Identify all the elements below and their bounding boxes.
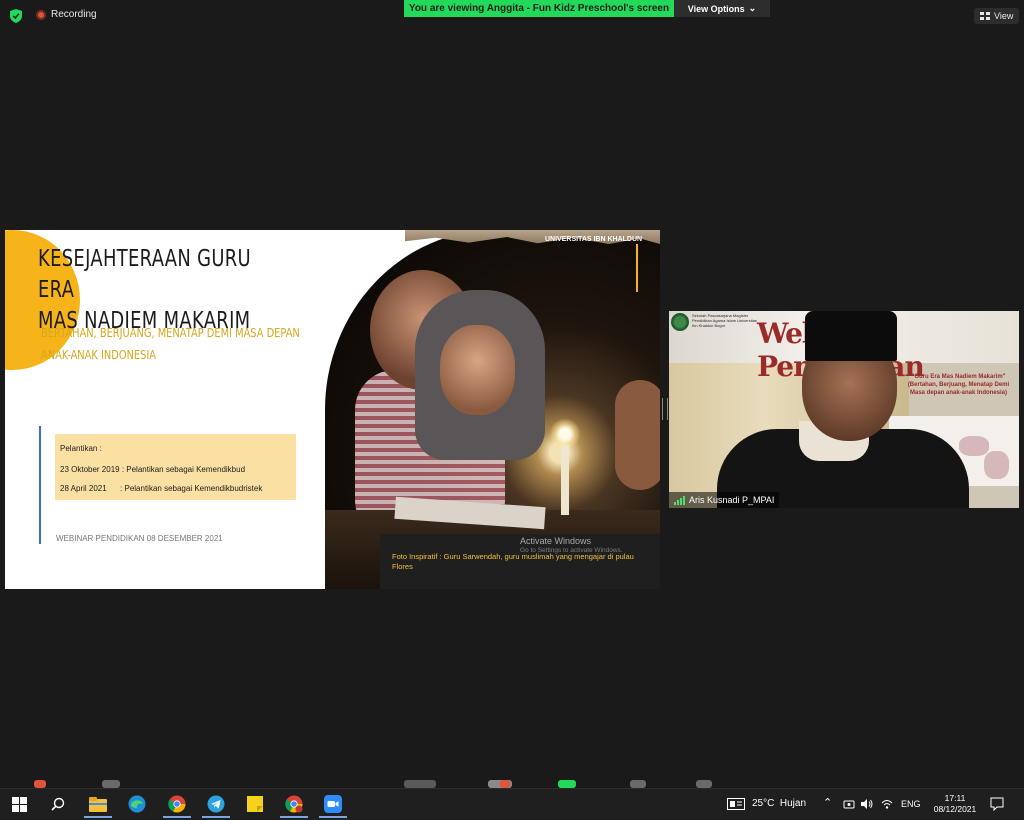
box-line-2: 28 April 2021 : Pelantikan sebagai Kemen… [60, 484, 263, 493]
encryption-shield-icon[interactable] [10, 9, 22, 23]
taskbar-clock[interactable]: 17:11 08/12/2021 [928, 793, 982, 815]
search-icon [51, 797, 65, 811]
view-options-label: View Options [687, 3, 745, 14]
windows-logo-icon [11, 796, 27, 812]
taskbar-sticky-notes[interactable] [245, 794, 265, 814]
taskbar-chrome[interactable] [163, 794, 191, 818]
telegram-icon [207, 795, 225, 813]
mute-badge-icon[interactable] [34, 780, 46, 788]
banner-subtitle: "Guru Era Mas Nadiem Makarim" (Bertahan,… [907, 374, 1010, 396]
chat-badge-icon [500, 780, 510, 788]
view-button[interactable]: View [974, 8, 1020, 24]
participant-video-tile[interactable]: Sekolah Pascasarjana Magister Pendidikan… [669, 311, 1019, 508]
volume-icon[interactable] [860, 798, 874, 810]
clock-date: 08/12/2021 [933, 804, 977, 814]
photo-caption: Activate Windows Go to Settings to activ… [380, 534, 660, 589]
university-logo-icon [671, 313, 689, 331]
weather-text[interactable]: 25°C Hujan [752, 798, 806, 809]
taskbar-chrome-profile[interactable] [280, 794, 308, 818]
screen-share-banner: You are viewing Anggita - Fun Kidz Presc… [404, 0, 674, 17]
share-banner-text: You are viewing Anggita - Fun Kidz Presc… [408, 3, 670, 14]
wifi-icon[interactable] [881, 798, 893, 810]
slide-footer: WEBINAR PENDIDIKAN 08 DESEMBER 2021 [56, 534, 223, 543]
slide-title-line-1: KESEJAHTERAAN GURU ERA [38, 246, 252, 303]
share-screen-icon[interactable] [558, 780, 576, 788]
chevron-up-icon[interactable]: ⌃ [823, 796, 832, 809]
windows-taskbar: 25°C Hujan ⌃ ENG 17:11 08/12/2021 [0, 788, 1024, 820]
search-button[interactable] [48, 794, 68, 814]
meeting-top-bar: Recording You are viewing Anggita - Fun … [0, 0, 1024, 32]
view-label: View [994, 11, 1014, 21]
edge-browser-icon [128, 795, 146, 813]
participant-name: Aris Kusnadi P_MPAI [689, 495, 775, 505]
zoom-app-icon [324, 795, 342, 813]
activate-windows-title: Activate Windows [520, 536, 592, 546]
weather-icon[interactable] [727, 798, 745, 810]
signal-strength-icon [674, 495, 685, 505]
taskbar-file-explorer[interactable] [84, 794, 112, 818]
meet-now-icon[interactable] [843, 798, 855, 810]
inauguration-box: Pelantikan : 23 Oktober 2019 : Pelantika… [55, 434, 296, 500]
banner-org-text: Sekolah Pascasarjana Magister Pendidikan… [692, 313, 757, 328]
panel-resize-handle[interactable] [662, 398, 668, 420]
box-heading: Pelantikan : [60, 444, 102, 453]
slide-subtitle: BERTAHAN, BERJUANG, MENATAP DEMI MASA DE… [41, 322, 320, 366]
slide-subtitle-line-2: ANAK-ANAK INDONESIA [41, 348, 157, 362]
university-label: UNIVERSITAS IBN KHALDUN [545, 236, 643, 243]
slide-subtitle-line-1: BERTAHAN, BERJUANG, MENATAP DEMI MASA DE… [41, 326, 300, 340]
video-off-icon[interactable] [102, 780, 120, 788]
taskbar-zoom[interactable] [319, 794, 347, 818]
shared-screen: KESEJAHTERAAN GURU ERA MAS NADIEM MAKARI… [5, 230, 660, 589]
recording-label: Recording [51, 9, 97, 20]
chrome-profile-icon [285, 795, 303, 813]
start-button[interactable] [9, 794, 29, 814]
recording-indicator[interactable]: Recording [36, 9, 97, 20]
notification-center-icon[interactable] [990, 797, 1004, 811]
record-icon[interactable] [630, 780, 646, 788]
chevron-down-icon: ⌄ [748, 3, 757, 13]
box-line-1: 23 Oktober 2019 : Pelantikan sebagai Kem… [60, 465, 246, 474]
participant-name-tag: Aris Kusnadi P_MPAI [669, 492, 780, 508]
accent-bar [39, 426, 41, 544]
grid-view-icon [980, 12, 990, 20]
reactions-icon[interactable] [696, 780, 712, 788]
caption-text: Foto Inspiratif : Guru Sarwendah, guru m… [392, 552, 634, 571]
language-indicator[interactable]: ENG [901, 799, 921, 809]
sticky-notes-icon [247, 796, 263, 812]
gold-divider [636, 244, 638, 292]
taskbar-telegram[interactable] [202, 794, 230, 818]
participants-icon[interactable] [404, 780, 436, 788]
participant-cap [805, 311, 897, 361]
chrome-icon [168, 795, 186, 813]
taskbar-edge[interactable] [127, 794, 147, 814]
recording-dot-icon [36, 9, 46, 20]
folder-icon [89, 796, 107, 812]
view-options-button[interactable]: View Options ⌄ [674, 0, 770, 17]
clock-time: 17:11 [944, 793, 966, 803]
